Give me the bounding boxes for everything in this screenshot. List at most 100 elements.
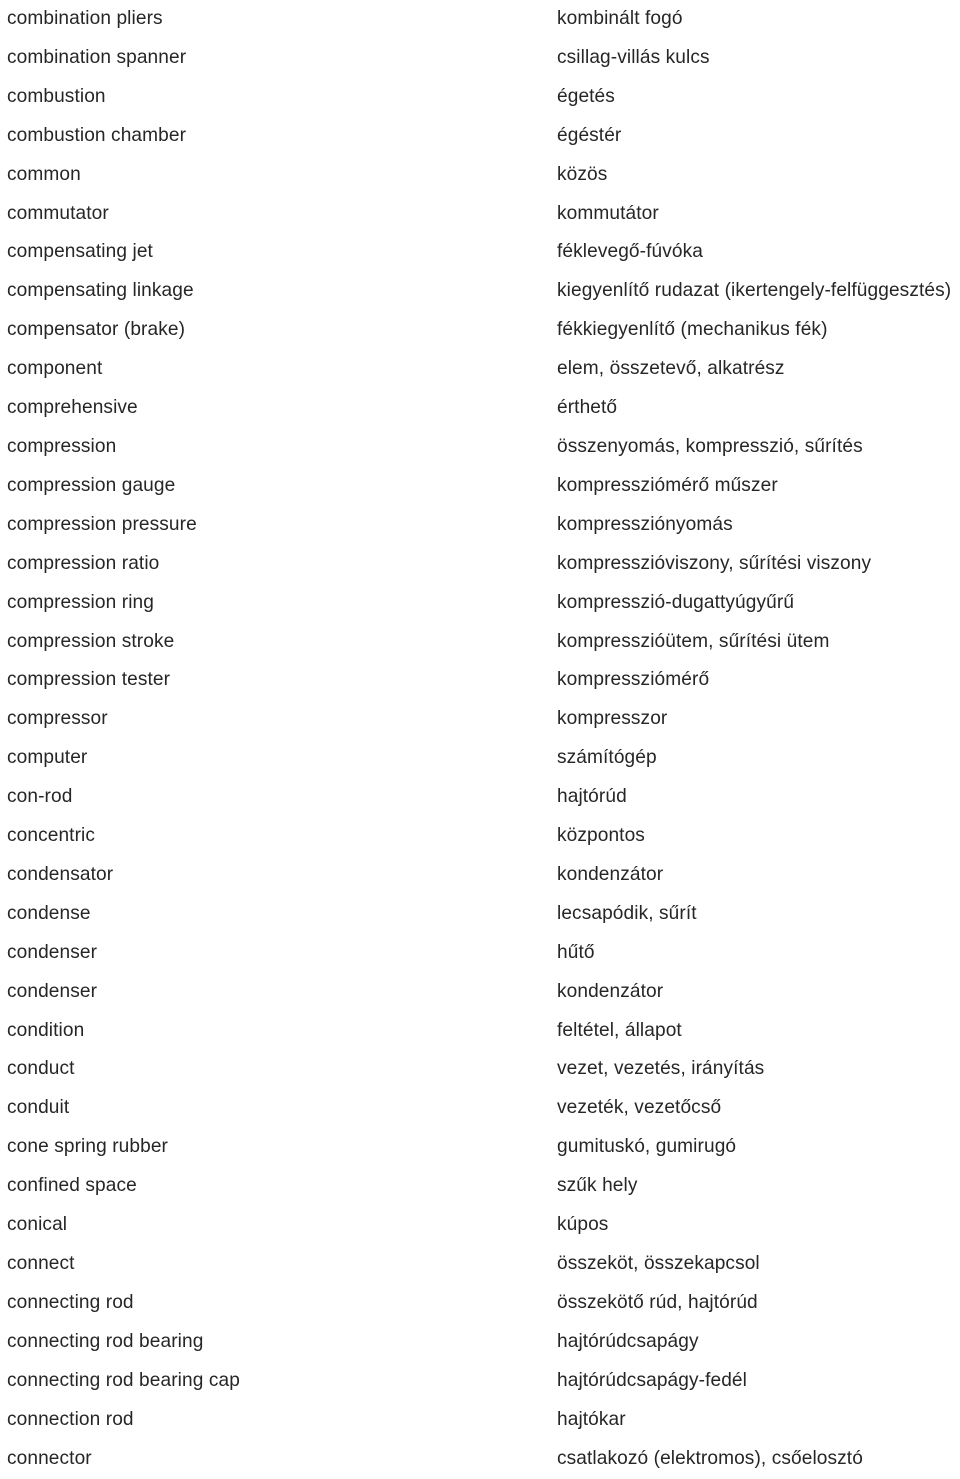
source-term: confined space <box>7 1175 137 1197</box>
glossary-entry-row: compression ratio kompresszióviszony, sűr… <box>0 545 960 584</box>
source-term: comprehensive <box>7 397 138 419</box>
source-term: cone spring rubber <box>7 1136 169 1158</box>
glossary-entry-row: con-rod hajtórúd <box>0 778 960 817</box>
glossary-entry-row: compensating linkage kiegyenlítő rudazat … <box>0 272 960 311</box>
source-term: connector <box>7 1447 92 1469</box>
target-term: összekötő rúd, hajtórúd <box>557 1291 758 1313</box>
glossary-entry-row: conical kúpos <box>0 1206 960 1245</box>
glossary-entry-row: compression pressure kompressziónyomás <box>0 506 960 545</box>
source-term: common <box>7 163 81 185</box>
glossary-entry-row: connecting rod összekötő rúd, hajtórúd <box>0 1284 960 1323</box>
source-term: component <box>7 358 103 380</box>
target-term: kompresszor <box>557 708 668 730</box>
glossary-entry-row: compression gauge kompressziómérő műszer <box>0 467 960 506</box>
target-term: hűtő <box>557 941 595 963</box>
glossary-entry-row: connecting rod bearing cap hajtórúdcsapág… <box>0 1362 960 1401</box>
source-term: commutator <box>7 202 109 224</box>
glossary-entry-row: compression összenyomás, kompresszió, sűr… <box>0 428 960 467</box>
target-term: közös <box>557 163 608 185</box>
source-term: compression pressure <box>7 513 197 535</box>
glossary-entry-row: condition feltétel, állapot <box>0 1012 960 1051</box>
source-term: combination pliers <box>7 8 163 29</box>
source-term: compression gauge <box>7 474 176 496</box>
glossary-entry-row: condensator kondenzátor <box>0 856 960 895</box>
glossary-entry-row: concentric központos <box>0 817 960 856</box>
target-term: csatlakozó (elektromos), csőelosztó <box>557 1447 863 1469</box>
target-term: égéstér <box>557 124 622 146</box>
glossary-entry-list: combination pliers kombinált fogó combinat… <box>0 0 960 1478</box>
glossary-entry-row: confined space szűk hely <box>0 1167 960 1206</box>
glossary-entry-row: combustion chamber égéstér <box>0 117 960 156</box>
source-term: combustion chamber <box>7 124 187 146</box>
source-term: concentric <box>7 825 96 847</box>
source-term: connection rod <box>7 1408 134 1430</box>
glossary-entry-row: cone spring rubber gumituskó, gumirugó <box>0 1128 960 1167</box>
glossary-entry-row: compensator (brake) fékkiegyenlítő (mecha… <box>0 311 960 350</box>
source-term: conduit <box>7 1097 70 1119</box>
source-term: compression stroke <box>7 630 175 652</box>
target-term: feltétel, állapot <box>557 1019 682 1041</box>
target-term: vezeték, vezetőcső <box>557 1097 722 1119</box>
glossary-entry-row: compression stroke kompresszióütem, sűrít… <box>0 623 960 662</box>
glossary-entry-row: condense lecsapódik, sűrít <box>0 895 960 934</box>
target-term: elem, összetevő, alkatrész <box>557 358 785 380</box>
target-term: kombinált fogó <box>557 8 683 29</box>
glossary-entry-row: common közös <box>0 156 960 195</box>
source-term: conduct <box>7 1058 75 1080</box>
glossary-entry-row: comprehensive érthető <box>0 389 960 428</box>
source-term: compression <box>7 435 117 457</box>
glossary-page: combination pliers kombinált fogó combinat… <box>0 0 960 1479</box>
glossary-entry-row: combination pliers kombinált fogó <box>0 0 960 39</box>
source-term: compressor <box>7 708 108 730</box>
target-term: kompressziónyomás <box>557 513 733 535</box>
glossary-entry-row: conduct vezet, vezetés, irányítás <box>0 1050 960 1089</box>
target-term: kompresszióviszony, sűrítési viszony <box>557 552 872 574</box>
target-term: szűk hely <box>557 1175 638 1197</box>
target-term: érthető <box>557 397 618 419</box>
target-term: csillag-villás kulcs <box>557 46 710 68</box>
source-term: connecting rod <box>7 1291 134 1313</box>
target-term: összeköt, összekapcsol <box>557 1253 760 1274</box>
target-term: központos <box>557 825 645 847</box>
source-term: computer <box>7 747 88 769</box>
source-term: connecting rod bearing <box>7 1330 204 1352</box>
target-term: kiegyenlítő rudazat (ikertengely-felfügg… <box>557 280 952 302</box>
target-term: kompressziómérő műszer <box>557 474 778 496</box>
glossary-entry-row: compression ring kompresszió-dugattyúgyűr… <box>0 584 960 623</box>
source-term: condition <box>7 1019 85 1041</box>
source-term: compression ring <box>7 591 154 613</box>
target-term: hajtókar <box>557 1408 626 1430</box>
target-term: kompresszió-dugattyúgyűrű <box>557 591 795 613</box>
target-term: kompressziómérő <box>557 669 710 691</box>
source-term: con-rod <box>7 786 73 808</box>
target-term: kommutátor <box>557 202 659 224</box>
glossary-entry-row: connector csatlakozó (elektromos), csőelo… <box>0 1440 960 1479</box>
source-term: condenser <box>7 980 98 1002</box>
source-term: combustion <box>7 85 106 107</box>
target-term: összenyomás, kompresszió, sűrítés <box>557 435 863 457</box>
glossary-entry-row: connecting rod bearing hajtórúdcsapágy <box>0 1323 960 1362</box>
target-term: hajtórúd <box>557 786 627 808</box>
target-term: számítógép <box>557 747 657 769</box>
glossary-entry-row: computer számítógép <box>0 739 960 778</box>
glossary-entry-row: combustion égetés <box>0 78 960 117</box>
source-term: conical <box>7 1214 68 1236</box>
target-term: lecsapódik, sűrít <box>557 902 697 924</box>
glossary-entry-row: component elem, összetevő, alkatrész <box>0 350 960 389</box>
source-term: compensator (brake) <box>7 319 186 341</box>
target-term: kondenzátor <box>557 863 664 885</box>
target-term: kompresszióütem, sűrítési ütem <box>557 630 830 652</box>
glossary-entry-row: compression tester kompressziómérő <box>0 661 960 700</box>
target-term: fékkiegyenlítő (mechanikus fék) <box>557 319 828 341</box>
glossary-entry-row: conduit vezeték, vezetőcső <box>0 1089 960 1128</box>
source-term: compression tester <box>7 669 171 691</box>
glossary-entry-row: commutator kommutátor <box>0 195 960 234</box>
source-term: connect <box>7 1253 75 1274</box>
target-term: hajtórúdcsapágy-fedél <box>557 1369 747 1391</box>
glossary-entry-row: compensating jet féklevegő-fúvóka <box>0 233 960 272</box>
glossary-entry-row: connect összeköt, összekapcsol <box>0 1245 960 1284</box>
target-term: égetés <box>557 85 615 107</box>
source-term: combination spanner <box>7 46 187 68</box>
target-term: kondenzátor <box>557 980 664 1002</box>
source-term: connecting rod bearing cap <box>7 1369 240 1391</box>
